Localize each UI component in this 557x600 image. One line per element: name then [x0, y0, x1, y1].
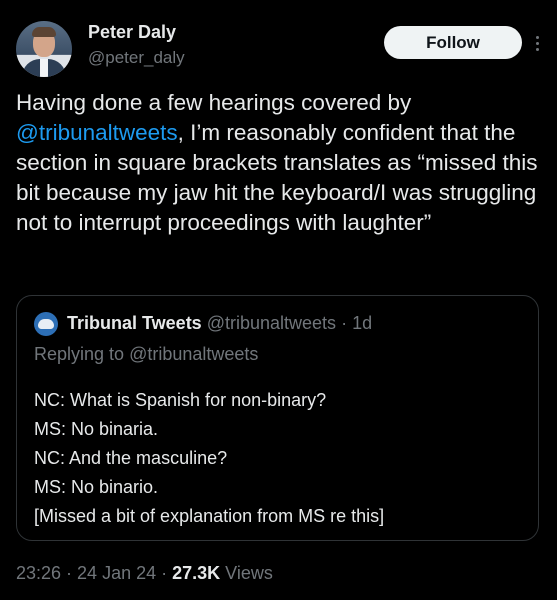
- quote-line: [Missed a bit of explanation from MS re …: [34, 506, 385, 526]
- author-handle[interactable]: @peter_daly: [88, 48, 185, 68]
- more-options-icon[interactable]: [530, 28, 544, 58]
- tweet-header: Peter Daly @peter_daly Follow: [16, 16, 544, 77]
- bird-icon: [38, 319, 54, 329]
- quote-line: NC: What is Spanish for non-binary?: [34, 390, 327, 410]
- tweet-footer: 23:26 · 24 Jan 24 · 27.3K Views: [16, 563, 273, 584]
- tweet-mention-link[interactable]: @tribunaltweets: [16, 120, 178, 145]
- quoted-tweet[interactable]: Tribunal Tweets @tribunaltweets · 1d Rep…: [16, 295, 539, 541]
- tweet-date[interactable]: 24 Jan 24: [77, 563, 156, 583]
- quote-age: 1d: [352, 313, 373, 333]
- footer-separator: ·: [156, 563, 173, 583]
- quote-author-name[interactable]: Tribunal Tweets: [67, 313, 202, 333]
- avatar-shirt: [40, 59, 48, 77]
- tweet-time[interactable]: 23:26: [16, 563, 61, 583]
- avatar-hair: [32, 27, 56, 37]
- quote-separator: ·: [336, 313, 353, 333]
- quote-author-handle[interactable]: @tribunaltweets: [207, 313, 336, 333]
- replying-handle[interactable]: @tribunaltweets: [129, 344, 258, 364]
- quote-line: MS: No binaria.: [34, 419, 159, 439]
- footer-separator: ·: [61, 563, 78, 583]
- quote-header: Tribunal Tweets @tribunaltweets · 1d: [67, 313, 372, 334]
- replying-prefix: Replying to: [34, 344, 130, 364]
- quote-line: MS: No binario.: [34, 477, 159, 497]
- author-name[interactable]: Peter Daly: [88, 22, 176, 43]
- views-count: 27.3K: [172, 563, 221, 583]
- quote-body: NC: What is Spanish for non-binary? MS: …: [34, 386, 524, 531]
- author-avatar[interactable]: [16, 21, 72, 77]
- quote-replying-to: Replying to @tribunaltweets: [34, 344, 258, 365]
- tweet-text: Having done a few hearings covered by @t…: [16, 88, 541, 238]
- tribunal-tweets-avatar[interactable]: [34, 312, 58, 336]
- follow-button[interactable]: Follow: [384, 26, 522, 59]
- views-label: Views: [220, 563, 273, 583]
- tweet-text-pre: Having done a few hearings covered by: [16, 90, 412, 115]
- quote-line: NC: And the masculine?: [34, 448, 228, 468]
